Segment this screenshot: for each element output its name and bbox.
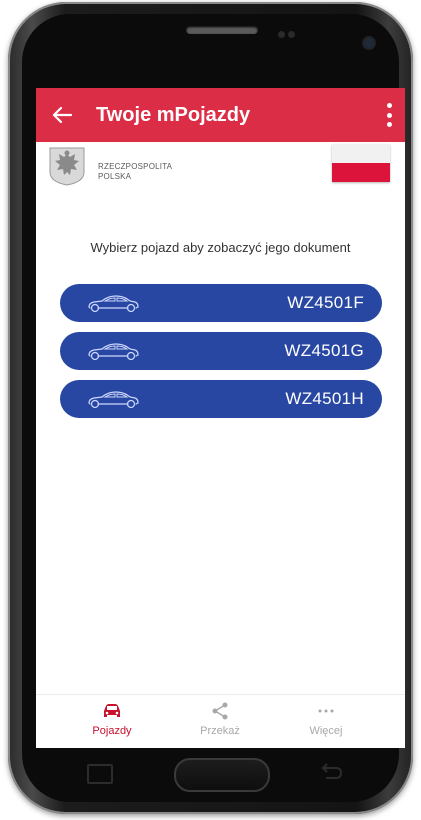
- vehicle-plate: WZ4501G: [284, 341, 364, 360]
- car-outline-icon: [88, 295, 139, 313]
- gov-label: RZECZPOSPOLITA POLSKA: [98, 162, 172, 182]
- instruction-text: Wybierz pojazd aby zobaczyć jego dokumen…: [90, 240, 351, 255]
- light-sensor: [288, 31, 295, 38]
- home-button[interactable]: [174, 758, 270, 792]
- recent-apps-key-icon[interactable]: [87, 764, 113, 784]
- vehicle-plate: WZ4501F: [287, 293, 364, 312]
- nav-item-wiecej[interactable]: Więcej: [286, 699, 366, 747]
- more-horizontal-icon: [286, 699, 366, 723]
- nav-label: Pojazdy: [92, 725, 132, 737]
- gov-label-line1: RZECZPOSPOLITA: [98, 162, 173, 171]
- car-outline-icon: [88, 391, 139, 409]
- app-screen: Twoje mPojazdy RZECZPOSPOLITA POLSKA Wyb…: [36, 88, 405, 748]
- vehicle-plate: WZ4501H: [285, 389, 364, 408]
- bottom-navigation: Pojazdy Przekaż Więcej: [36, 694, 405, 748]
- car-icon: [72, 699, 152, 723]
- nav-item-przekaz[interactable]: Przekaż: [180, 699, 260, 747]
- polish-flag-icon: [332, 144, 390, 182]
- share-icon: [180, 699, 260, 723]
- proximity-sensor: [278, 31, 285, 38]
- back-key-icon[interactable]: [318, 762, 344, 782]
- front-camera: [364, 38, 374, 48]
- gov-label-line2: POLSKA: [98, 172, 132, 181]
- nav-item-pojazdy[interactable]: Pojazdy: [72, 699, 152, 747]
- vehicle-button[interactable]: WZ4501H: [60, 380, 382, 418]
- arrow-left-icon[interactable]: [36, 88, 88, 142]
- app-bar: Twoje mPojazdy: [36, 88, 405, 142]
- polish-eagle-emblem-icon: [48, 146, 86, 186]
- nav-label: Przekaż: [200, 725, 240, 737]
- nav-label: Więcej: [309, 725, 343, 737]
- car-outline-icon: [88, 343, 139, 361]
- page-title: Twoje mPojazdy: [96, 103, 251, 126]
- vehicle-button[interactable]: WZ4501F: [60, 284, 382, 322]
- more-vertical-icon[interactable]: [383, 100, 395, 130]
- earpiece-speaker: [186, 26, 258, 34]
- vehicle-button[interactable]: WZ4501G: [60, 332, 382, 370]
